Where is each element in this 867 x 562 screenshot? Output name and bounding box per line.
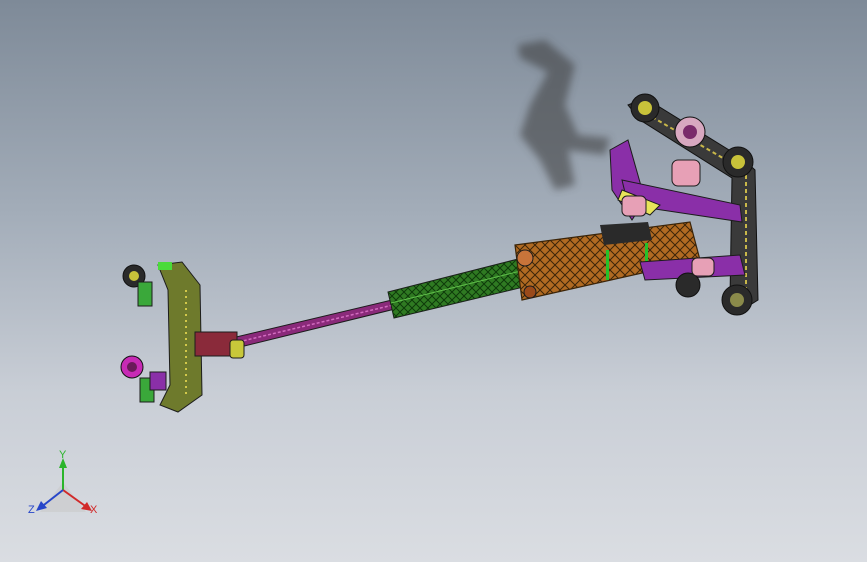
green-truss-boom[interactable] (387, 255, 537, 319)
robot-assembly-model[interactable] (0, 0, 867, 562)
coordinate-triad: Y X Z (20, 440, 120, 530)
shadow (518, 40, 610, 190)
extension-rod[interactable] (231, 299, 396, 349)
gripper-head[interactable] (120, 261, 245, 413)
z-axis-label: Z (28, 504, 35, 516)
rear-chassis[interactable] (609, 93, 759, 316)
y-axis-label: Y (59, 449, 67, 461)
x-axis-label: X (90, 504, 98, 516)
triad-graphic (36, 458, 92, 512)
cad-viewport[interactable]: Y X Z (0, 0, 867, 562)
